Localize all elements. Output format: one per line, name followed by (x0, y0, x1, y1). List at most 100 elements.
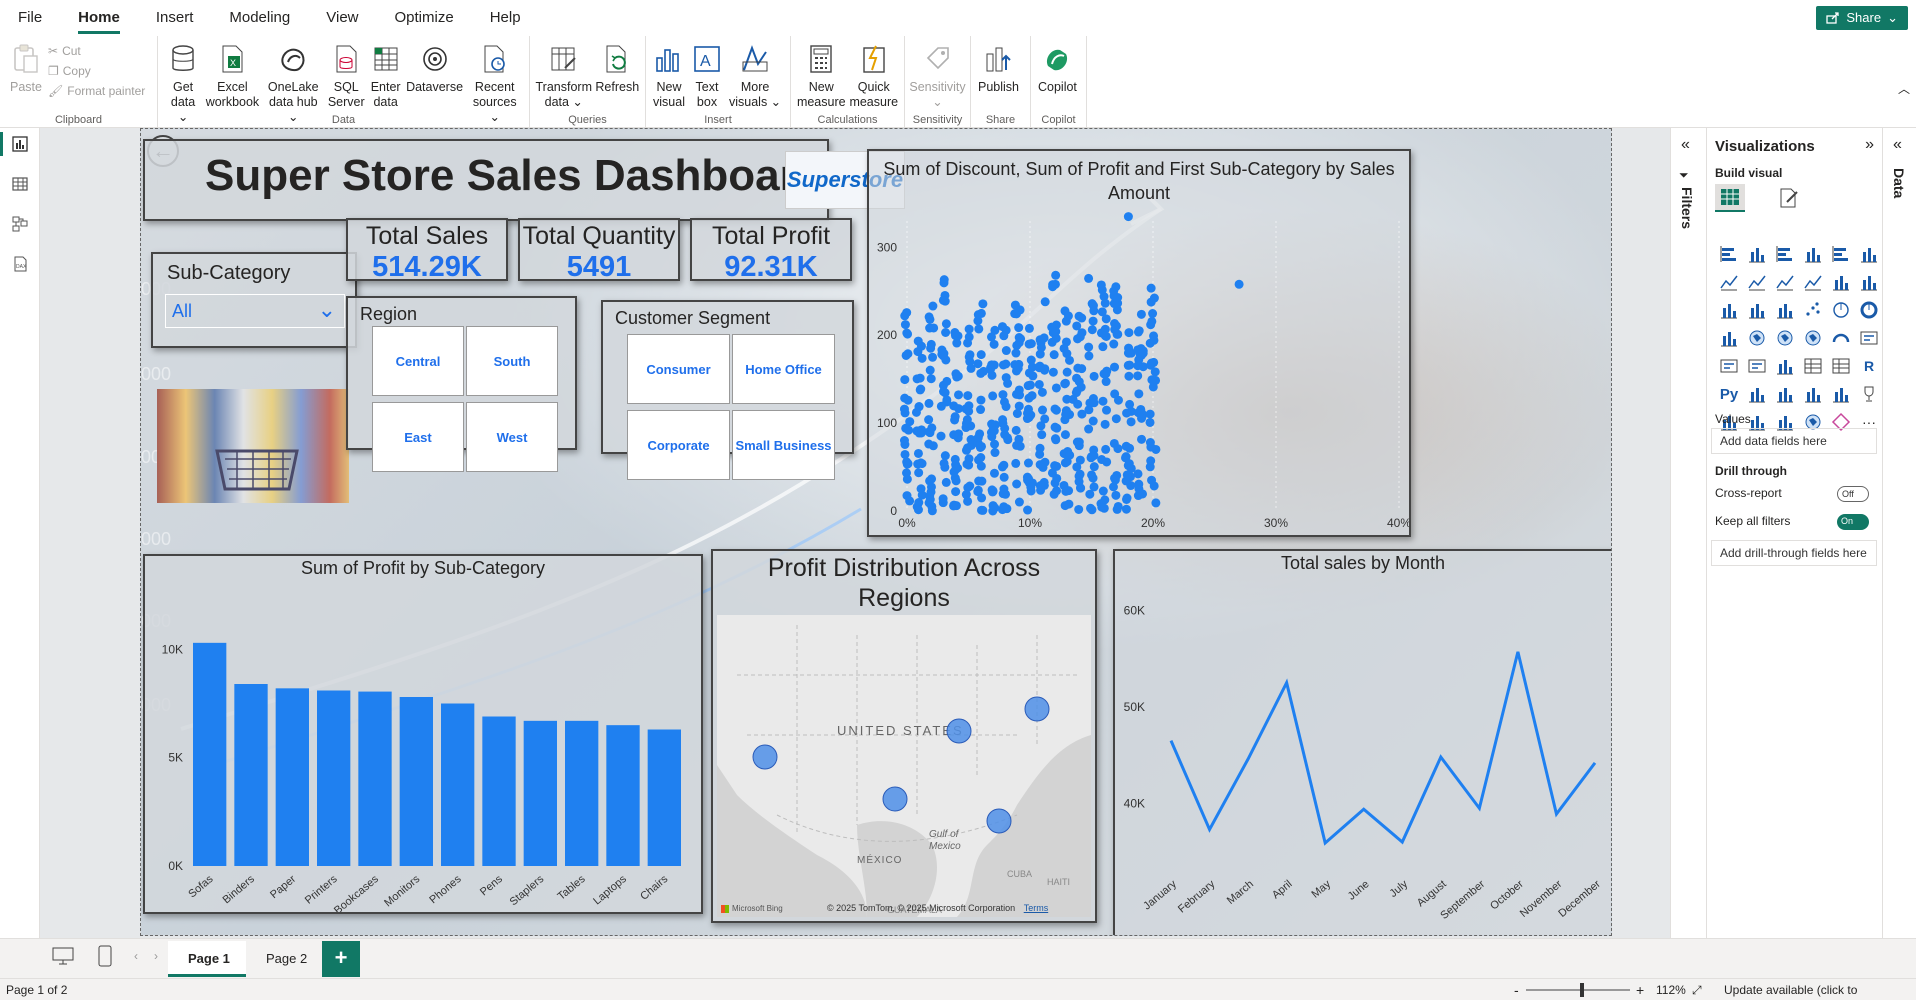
bar[interactable] (275, 688, 309, 866)
zoom-slider-thumb[interactable] (1580, 983, 1584, 997)
scatter-point[interactable] (1050, 404, 1060, 414)
scatter-point[interactable] (1074, 504, 1084, 514)
viz-slicer-icon[interactable] (1771, 352, 1799, 380)
scatter-point[interactable] (1088, 416, 1098, 426)
scatter-point[interactable] (1146, 297, 1156, 307)
scatter-point[interactable] (1011, 425, 1021, 435)
map-bubble-central[interactable] (946, 718, 972, 744)
scatter-point[interactable] (1123, 360, 1133, 370)
collapse-left-icon[interactable]: « (1893, 136, 1902, 154)
scatter-point[interactable] (1075, 455, 1085, 465)
viz-table-icon[interactable] (1799, 352, 1827, 380)
collapse-ribbon-icon[interactable]: ︿ (1898, 80, 1910, 97)
dax-query-view-icon[interactable]: DAX (8, 252, 32, 276)
terms-link[interactable]: Terms (1024, 903, 1049, 913)
scatter-point[interactable] (950, 454, 960, 464)
segment-consumer-button[interactable]: Consumer (627, 334, 730, 404)
viz-line-clustered-icon[interactable] (1855, 268, 1883, 296)
viz-kpi-icon[interactable] (1743, 352, 1771, 380)
scatter-plot[interactable]: 0 100 200 300 0% 10% 20% 30% 40% (869, 151, 1409, 535)
scatter-point[interactable] (914, 402, 924, 412)
scatter-point[interactable] (1051, 435, 1061, 445)
scatter-point[interactable] (1126, 417, 1136, 427)
scatter-point[interactable] (1074, 441, 1084, 451)
build-visual-tab[interactable] (1715, 184, 1745, 212)
scatter-point[interactable] (999, 331, 1009, 341)
scatter-point[interactable] (986, 363, 996, 373)
scatter-point[interactable] (1089, 306, 1099, 316)
scatter-point[interactable] (1147, 316, 1157, 326)
bar[interactable] (523, 720, 557, 866)
scatter-point[interactable] (1084, 273, 1094, 283)
map-bubble-west[interactable] (752, 744, 778, 770)
scatter-point[interactable] (900, 408, 910, 418)
scatter-point[interactable] (1024, 323, 1034, 333)
scatter-point[interactable] (1052, 461, 1062, 471)
scatter-point[interactable] (936, 431, 946, 441)
scatter-point[interactable] (1026, 482, 1036, 492)
scatter-point[interactable] (962, 415, 972, 425)
scatter-point[interactable] (1002, 433, 1012, 443)
scatter-point[interactable] (988, 391, 998, 401)
scatter-point[interactable] (1101, 377, 1111, 387)
scatter-point[interactable] (1036, 342, 1046, 352)
scatter-point[interactable] (1110, 475, 1120, 485)
scatter-point[interactable] (976, 453, 986, 463)
scatter-point[interactable] (1084, 424, 1094, 434)
scatter-point[interactable] (1149, 331, 1159, 341)
scatter-point[interactable] (963, 338, 973, 348)
scatter-point[interactable] (913, 347, 923, 357)
scatter-point[interactable] (1087, 470, 1097, 480)
scatter-point[interactable] (915, 373, 925, 383)
scatter-point[interactable] (1084, 351, 1094, 361)
scatter-point[interactable] (942, 376, 952, 386)
map-bubble-southeast[interactable] (986, 808, 1012, 834)
scatter-point[interactable] (1022, 414, 1032, 424)
scatter-point[interactable] (952, 372, 962, 382)
viz-waterfall-icon[interactable] (1743, 296, 1771, 324)
scatter-point[interactable] (1072, 321, 1082, 331)
scatter-point[interactable] (912, 502, 922, 512)
scatter-point[interactable] (989, 468, 999, 478)
scatter-point[interactable] (964, 324, 974, 334)
map-bubble-east[interactable] (1024, 696, 1050, 722)
scatter-point[interactable] (998, 390, 1008, 400)
viz-pie-icon[interactable] (1827, 296, 1855, 324)
viz-python-visual-icon[interactable]: Py (1715, 380, 1743, 408)
scatter-point[interactable] (1145, 417, 1155, 427)
scatter-point[interactable] (973, 310, 983, 320)
scatter-point[interactable] (1001, 359, 1011, 369)
scatter-point[interactable] (1123, 212, 1133, 222)
line-series[interactable] (1169, 651, 1597, 846)
bar[interactable] (234, 684, 268, 866)
scatter-point[interactable] (950, 328, 960, 338)
scatter-point[interactable] (927, 506, 937, 516)
scatter-point[interactable] (1148, 309, 1158, 319)
scatter-point[interactable] (1138, 489, 1148, 499)
scatter-point[interactable] (1100, 419, 1110, 429)
region-central-button[interactable]: Central (372, 326, 464, 396)
viz-scatter-icon[interactable] (1799, 296, 1827, 324)
scatter-point[interactable] (1089, 451, 1099, 461)
scatter-point[interactable] (1048, 367, 1058, 377)
scatter-point[interactable] (902, 308, 912, 318)
scatter-point[interactable] (1147, 475, 1157, 485)
scatter-point[interactable] (1012, 409, 1022, 419)
scatter-point[interactable] (1113, 293, 1123, 303)
scatter-point[interactable] (1014, 323, 1024, 333)
scatter-point[interactable] (1110, 325, 1120, 335)
scatter-point[interactable] (900, 320, 910, 330)
scatter-point[interactable] (1122, 494, 1132, 504)
scatter-point[interactable] (1085, 489, 1095, 499)
scatter-point[interactable] (1101, 444, 1111, 454)
scatter-point[interactable] (1011, 389, 1021, 399)
scatter-point[interactable] (1026, 339, 1036, 349)
menu-modeling[interactable]: Modeling (211, 0, 308, 36)
scatter-point[interactable] (1052, 473, 1062, 483)
menu-file[interactable]: File (0, 0, 60, 36)
scatter-point[interactable] (1089, 462, 1099, 472)
viz-qa-icon[interactable] (1799, 380, 1827, 408)
scatter-point[interactable] (1134, 326, 1144, 336)
scatter-point[interactable] (1040, 297, 1050, 307)
menu-insert[interactable]: Insert (138, 0, 212, 36)
